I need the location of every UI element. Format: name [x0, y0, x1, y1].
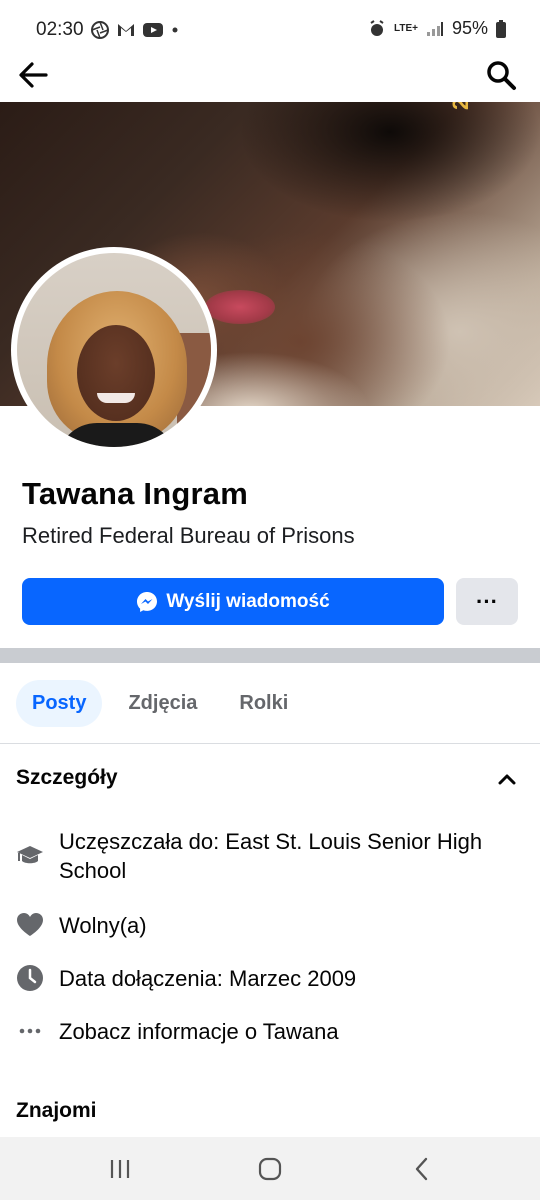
android-nav-bar [0, 1137, 540, 1200]
status-bar: 02:30 LTE+ 95% [0, 0, 540, 60]
alarm-icon [370, 19, 384, 36]
cover-photo-hair [240, 102, 540, 262]
profile-tabs: Posty Zdjęcia Rolki [16, 680, 304, 727]
youtube-icon [143, 23, 163, 37]
detail-joined: Data dołączenia: Marzec 2009 [16, 964, 526, 993]
detail-relationship: Wolny(a) [16, 911, 526, 940]
see-about-link[interactable]: Zobacz informacje o Tawana [59, 1017, 339, 1046]
graduation-cap-icon [17, 846, 43, 864]
cover-photo-lips [205, 290, 275, 324]
tab-zdjecia[interactable]: Zdjęcia [112, 680, 213, 727]
status-right: LTE+ 95% [368, 18, 506, 39]
tab-label: Posty [32, 692, 87, 714]
tab-rolki[interactable]: Rolki [223, 680, 304, 727]
details-title: Szczegóły [16, 766, 118, 789]
send-message-button[interactable]: Wyślij wiadomość [22, 578, 444, 625]
gmail-icon [118, 24, 134, 36]
more-options-button[interactable]: ··· [456, 578, 518, 625]
back-nav-icon[interactable] [408, 1155, 436, 1183]
battery-percent: 95% [451, 18, 488, 38]
more-dots-icon [19, 1028, 41, 1034]
detail-joined-text: Data dołączenia: Marzec 2009 [59, 966, 357, 991]
status-time: 02:30 [36, 19, 84, 40]
chevron-up-icon[interactable] [496, 768, 518, 790]
network-label: LTE+ [393, 23, 418, 34]
back-arrow-icon[interactable] [16, 58, 50, 92]
cover-date-stamp: 20 [448, 102, 474, 110]
friends-title: Znajomi [16, 1099, 97, 1122]
avatar-face [77, 325, 155, 421]
detail-education-text: Uczęszczała do: East St. Louis Senior Hi… [59, 829, 483, 883]
status-notification-icons [90, 20, 180, 40]
send-message-label: Wyślij wiadomość [166, 590, 330, 612]
profile-avatar[interactable] [11, 247, 217, 453]
top-app-bar [0, 52, 540, 102]
dot-icon [172, 27, 178, 33]
battery-icon [496, 19, 506, 38]
tab-label: Rolki [239, 692, 289, 714]
recent-apps-icon[interactable] [106, 1155, 134, 1183]
tab-posty[interactable]: Posty [16, 680, 103, 727]
avatar-smile [97, 393, 135, 403]
tabs-divider [0, 743, 540, 744]
more-options-label: ··· [476, 588, 498, 614]
profile-bio: Retired Federal Bureau of Prisons [22, 523, 355, 548]
clock-icon [17, 965, 43, 991]
detail-see-about[interactable]: Zobacz informacje o Tawana [16, 1017, 526, 1046]
signal-icon [426, 21, 443, 36]
detail-relationship-text: Wolny(a) [59, 913, 147, 938]
camera-shutter-icon [91, 21, 109, 39]
heart-icon [17, 913, 43, 936]
section-divider [0, 648, 540, 663]
messenger-icon [137, 591, 158, 612]
detail-education: Uczęszczała do: East St. Louis Senior Hi… [16, 827, 526, 885]
search-icon[interactable] [484, 58, 518, 92]
home-icon[interactable] [256, 1155, 284, 1183]
tab-label: Zdjęcia [128, 692, 198, 714]
profile-name: Tawana Ingram [22, 476, 248, 511]
avatar-photo [17, 253, 211, 447]
